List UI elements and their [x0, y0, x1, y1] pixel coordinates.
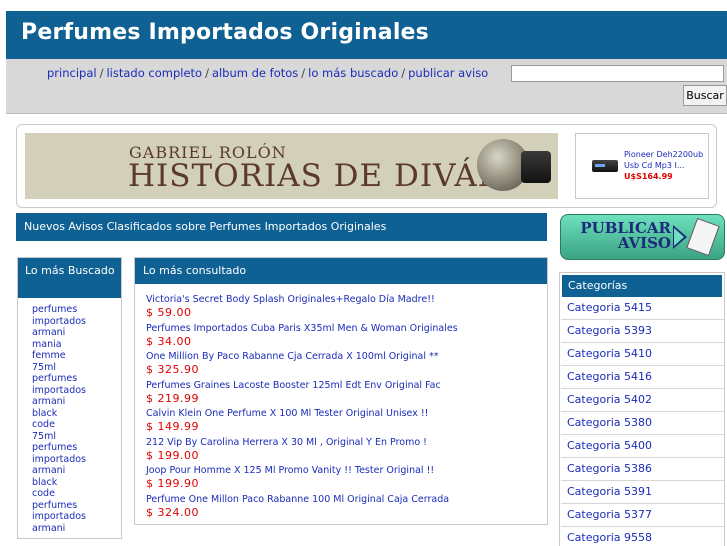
- tag-link[interactable]: perfumes: [32, 304, 121, 316]
- list-item: 212 Vip By Carolina Herrera X 30 Ml , Or…: [146, 437, 547, 466]
- tag-link[interactable]: mania: [32, 339, 121, 351]
- item-title-link[interactable]: Victoria's Secret Body Splash Originales…: [146, 294, 547, 306]
- site-title: Perfumes Importados Originales: [21, 20, 429, 45]
- publicar-button-text: PUBLICAR AVISO: [571, 221, 671, 251]
- category-link[interactable]: Categoria 5410: [561, 343, 724, 366]
- tag-link[interactable]: importados: [32, 385, 121, 397]
- category-link[interactable]: Categoria 9558: [561, 527, 724, 546]
- banner-area: GABRIEL ROLÓN HISTORIAS DE DIVÁN Pioneer…: [16, 124, 717, 208]
- nav-publicar-aviso[interactable]: publicar aviso: [408, 66, 488, 80]
- main-nav: principal / listado completo / album de foto…: [47, 66, 488, 80]
- category-link[interactable]: Categoria 5416: [561, 366, 724, 389]
- item-title-link[interactable]: Perfume One Millon Paco Rabanne 100 Ml O…: [146, 494, 547, 506]
- list-item: Joop Pour Homme X 125 Ml Promo Vanity !!…: [146, 465, 547, 494]
- item-price: $ 59.00: [146, 306, 192, 319]
- notepad-icon: [686, 217, 720, 257]
- tag-link[interactable]: importados: [32, 454, 121, 466]
- section-title: Nuevos Avisos Clasificados sobre Perfume…: [16, 213, 547, 241]
- navbar: principal / listado completo / album de foto…: [6, 59, 727, 114]
- tag-link[interactable]: perfumes: [32, 442, 121, 454]
- item-price: $ 325.90: [146, 363, 199, 376]
- list-item: Calvin Klein One Perfume X 100 Ml Tester…: [146, 408, 547, 437]
- tag-list: perfumes importados armani mania femme 75ml pe…: [18, 298, 121, 534]
- nav-listado-completo[interactable]: listado completo: [106, 66, 202, 80]
- publicar-line-2: AVISO: [617, 234, 671, 252]
- tag-link[interactable]: armani: [32, 396, 121, 408]
- category-link[interactable]: Categoria 5386: [561, 458, 724, 481]
- most-viewed-panel: Lo más consultado Victoria's Secret Body…: [134, 257, 548, 525]
- tag-link[interactable]: importados: [32, 511, 121, 523]
- list-item: Perfumes Graines Lacoste Booster 125ml E…: [146, 380, 547, 409]
- most-viewed-title: Lo más consultado: [135, 258, 547, 284]
- category-link[interactable]: Categoria 5402: [561, 389, 724, 412]
- product-name[interactable]: Pioneer Deh2200ub Usb Cd Mp3 I...: [624, 149, 706, 171]
- arrow-right-icon: [673, 225, 687, 249]
- nav-principal[interactable]: principal: [47, 66, 97, 80]
- product-ad-card[interactable]: Pioneer Deh2200ub Usb Cd Mp3 I... U$S164…: [575, 133, 709, 199]
- item-price: $ 324.00: [146, 505, 199, 519]
- product-price: U$S164.99: [624, 172, 673, 181]
- nav-separator: /: [99, 66, 104, 80]
- categories-list: Categoria 5415 Categoria 5393 Categoria 54…: [560, 297, 724, 546]
- tag-link[interactable]: black: [32, 477, 121, 489]
- car-radio-icon: [592, 160, 618, 172]
- item-title-link[interactable]: Calvin Klein One Perfume X 100 Ml Tester…: [146, 408, 547, 420]
- door-knob-base-image: [521, 151, 551, 183]
- nav-separator: /: [301, 66, 306, 80]
- list-item: Victoria's Secret Body Splash Originales…: [146, 294, 547, 323]
- category-link[interactable]: Categoria 5393: [561, 320, 724, 343]
- tag-link[interactable]: perfumes: [32, 500, 121, 512]
- advertisement-banner[interactable]: GABRIEL ROLÓN HISTORIAS DE DIVÁN: [25, 133, 558, 199]
- nav-separator: /: [401, 66, 406, 80]
- list-item: Perfumes Importados Cuba Paris X35ml Men…: [146, 323, 547, 352]
- tag-link[interactable]: perfumes: [32, 373, 121, 385]
- category-link[interactable]: Categoria 5415: [561, 297, 724, 320]
- tag-link[interactable]: 75ml: [32, 362, 121, 374]
- tag-link[interactable]: black: [32, 408, 121, 420]
- category-link[interactable]: Categoria 5377: [561, 504, 724, 527]
- item-price: $ 34.00: [146, 334, 192, 348]
- list-item: Perfume One Millon Paco Rabanne 100 Ml O…: [146, 494, 547, 523]
- item-price: $ 199.00: [146, 448, 199, 462]
- nav-lo-mas-buscado[interactable]: lo más buscado: [308, 66, 398, 80]
- tag-link[interactable]: armani: [32, 523, 121, 535]
- category-link[interactable]: Categoria 5391: [561, 481, 724, 504]
- most-viewed-list: Victoria's Secret Body Splash Originales…: [135, 284, 547, 522]
- item-title-link[interactable]: One Million By Paco Rabanne Cja Cerrada …: [146, 351, 547, 363]
- most-searched-title: Lo más Buscado: [18, 258, 121, 298]
- tag-link[interactable]: code: [32, 488, 121, 500]
- item-price: $ 199.90: [146, 477, 199, 490]
- tag-link[interactable]: femme: [32, 350, 121, 362]
- item-title-link[interactable]: Joop Pour Homme X 125 Ml Promo Vanity !!…: [146, 465, 547, 477]
- site-header: Perfumes Importados Originales: [6, 11, 727, 59]
- item-title-link[interactable]: Perfumes Graines Lacoste Booster 125ml E…: [146, 380, 547, 392]
- category-link[interactable]: Categoria 5380: [561, 412, 724, 435]
- tag-link[interactable]: importados: [32, 316, 121, 328]
- category-link[interactable]: Categoria 5400: [561, 435, 724, 458]
- item-price: $ 219.99: [146, 391, 199, 405]
- item-title-link[interactable]: Perfumes Importados Cuba Paris X35ml Men…: [146, 323, 547, 335]
- tag-link[interactable]: armani: [32, 327, 121, 339]
- tag-link[interactable]: code: [32, 419, 121, 431]
- categories-panel: Categorías Categoria 5415 Categoria 5393 C…: [559, 272, 725, 546]
- search-input[interactable]: [511, 65, 724, 82]
- nav-album-de-fotos[interactable]: album de fotos: [212, 66, 298, 80]
- search-button[interactable]: Buscar: [683, 85, 727, 106]
- most-searched-panel: Lo más Buscado perfumes importados armani m…: [17, 257, 122, 539]
- tag-link[interactable]: armani: [32, 465, 121, 477]
- nav-separator: /: [205, 66, 209, 80]
- item-title-link[interactable]: 212 Vip By Carolina Herrera X 30 Ml , Or…: [146, 437, 547, 449]
- tag-link[interactable]: 75ml: [32, 431, 121, 443]
- item-price: $ 149.99: [146, 420, 199, 433]
- publicar-aviso-button[interactable]: PUBLICAR AVISO: [560, 214, 725, 260]
- categories-title: Categorías: [562, 275, 722, 297]
- banner-book-title: HISTORIAS DE DIVÁN: [128, 158, 506, 194]
- list-item: One Million By Paco Rabanne Cja Cerrada …: [146, 351, 547, 380]
